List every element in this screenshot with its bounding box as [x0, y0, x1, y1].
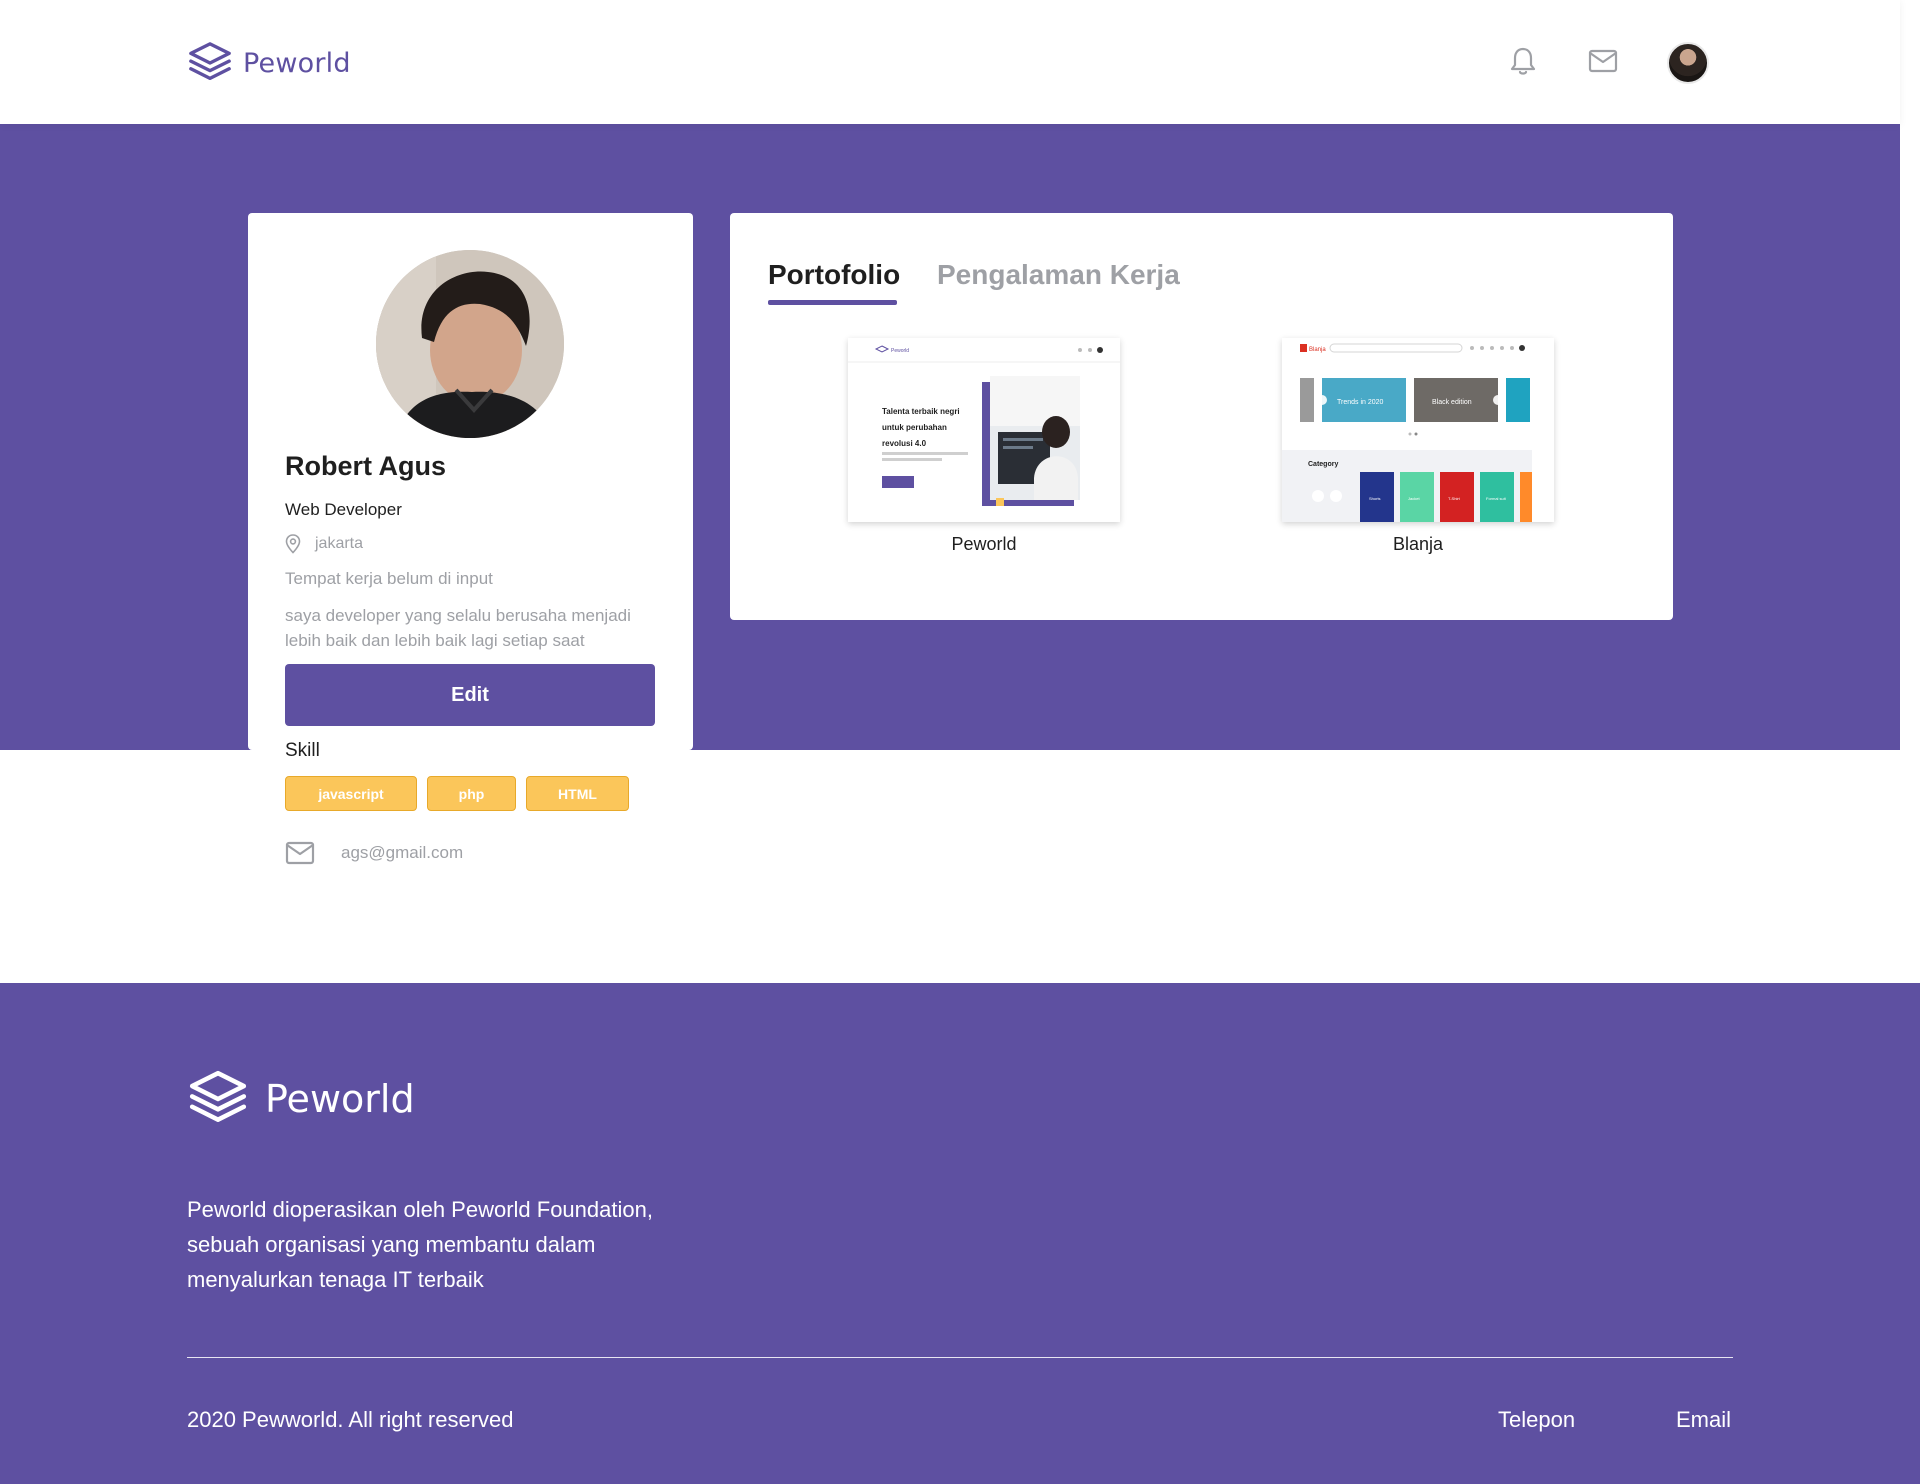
skill-list: javascript php HTML: [285, 776, 639, 811]
profile-photo: [376, 250, 564, 438]
preview-brand: Peworld: [891, 348, 909, 354]
preview-headline: untuk perubahan: [882, 423, 947, 432]
profile-email: ags@gmail.com: [285, 841, 463, 865]
brand-logo[interactable]: Peworld: [187, 40, 351, 86]
profile-name: Robert Agus: [285, 451, 446, 481]
preview-category: Category: [1308, 461, 1338, 468]
portfolio-label[interactable]: Peworld: [848, 534, 1120, 555]
user-avatar[interactable]: [1667, 42, 1709, 84]
footer-link-telepon[interactable]: Telepon: [1498, 1407, 1575, 1433]
portfolio-thumbnail-peworld[interactable]: Peworld Talenta terbaik negri untuk peru…: [848, 338, 1120, 522]
profile-location: jakarta: [285, 534, 363, 554]
footer-description: Peworld dioperasikan oleh Peworld Founda…: [187, 1197, 653, 1292]
tab-pengalaman-kerja[interactable]: Pengalaman Kerja: [937, 259, 1180, 291]
edit-button[interactable]: Edit: [285, 664, 655, 726]
skill-badge: HTML: [526, 776, 629, 811]
navbar: Peworld: [0, 0, 1900, 124]
tab-active-indicator: [768, 300, 897, 305]
skill-title: Skill: [285, 740, 320, 761]
bell-icon[interactable]: [1506, 44, 1540, 78]
mail-icon: [285, 841, 315, 865]
map-pin-icon: [285, 534, 301, 554]
preview-banner: Trends in 2020: [1337, 399, 1384, 406]
preview-headline: revolusi 4.0: [882, 439, 927, 448]
footer-brand-name: Peworld: [265, 1077, 415, 1121]
preview-category-item: T-Shirt: [1448, 496, 1461, 501]
preview-category-item: Jacket: [1408, 496, 1420, 501]
preview-headline: Talenta terbaik negri: [882, 407, 960, 416]
email-text[interactable]: ags@gmail.com: [341, 843, 463, 863]
preview-banner: Black edition: [1432, 399, 1472, 406]
layers-logo-icon: [189, 42, 231, 81]
brand-name: Peworld: [243, 47, 351, 79]
tab-portofolio[interactable]: Portofolio: [768, 259, 900, 291]
skill-badge: php: [427, 776, 516, 811]
preview-brand: Blanja: [1309, 347, 1326, 353]
portfolio-thumbnail-blanja[interactable]: Blanja Trends in 2020 Black edition Cate…: [1282, 338, 1554, 522]
location-text: jakarta: [315, 535, 364, 552]
footer-divider: [187, 1357, 1733, 1358]
footer-brand[interactable]: Peworld: [187, 1068, 415, 1130]
footer-copyright: 2020 Pewworld. All right reserved: [187, 1407, 514, 1432]
mail-icon[interactable]: [1586, 44, 1620, 78]
portfolio-label[interactable]: Blanja: [1282, 534, 1554, 555]
profile-description: saya developer yang selalu berusaha menj…: [285, 606, 631, 650]
footer-link-email[interactable]: Email: [1676, 1407, 1731, 1433]
preview-category-item: Formal suit: [1486, 496, 1507, 501]
layers-logo-icon: [189, 1070, 247, 1122]
profile-job: Web Developer: [285, 500, 402, 519]
skill-badge: javascript: [285, 776, 417, 811]
profile-workplace: Tempat kerja belum di input: [285, 569, 493, 588]
preview-category-item: Shorts: [1369, 496, 1381, 501]
